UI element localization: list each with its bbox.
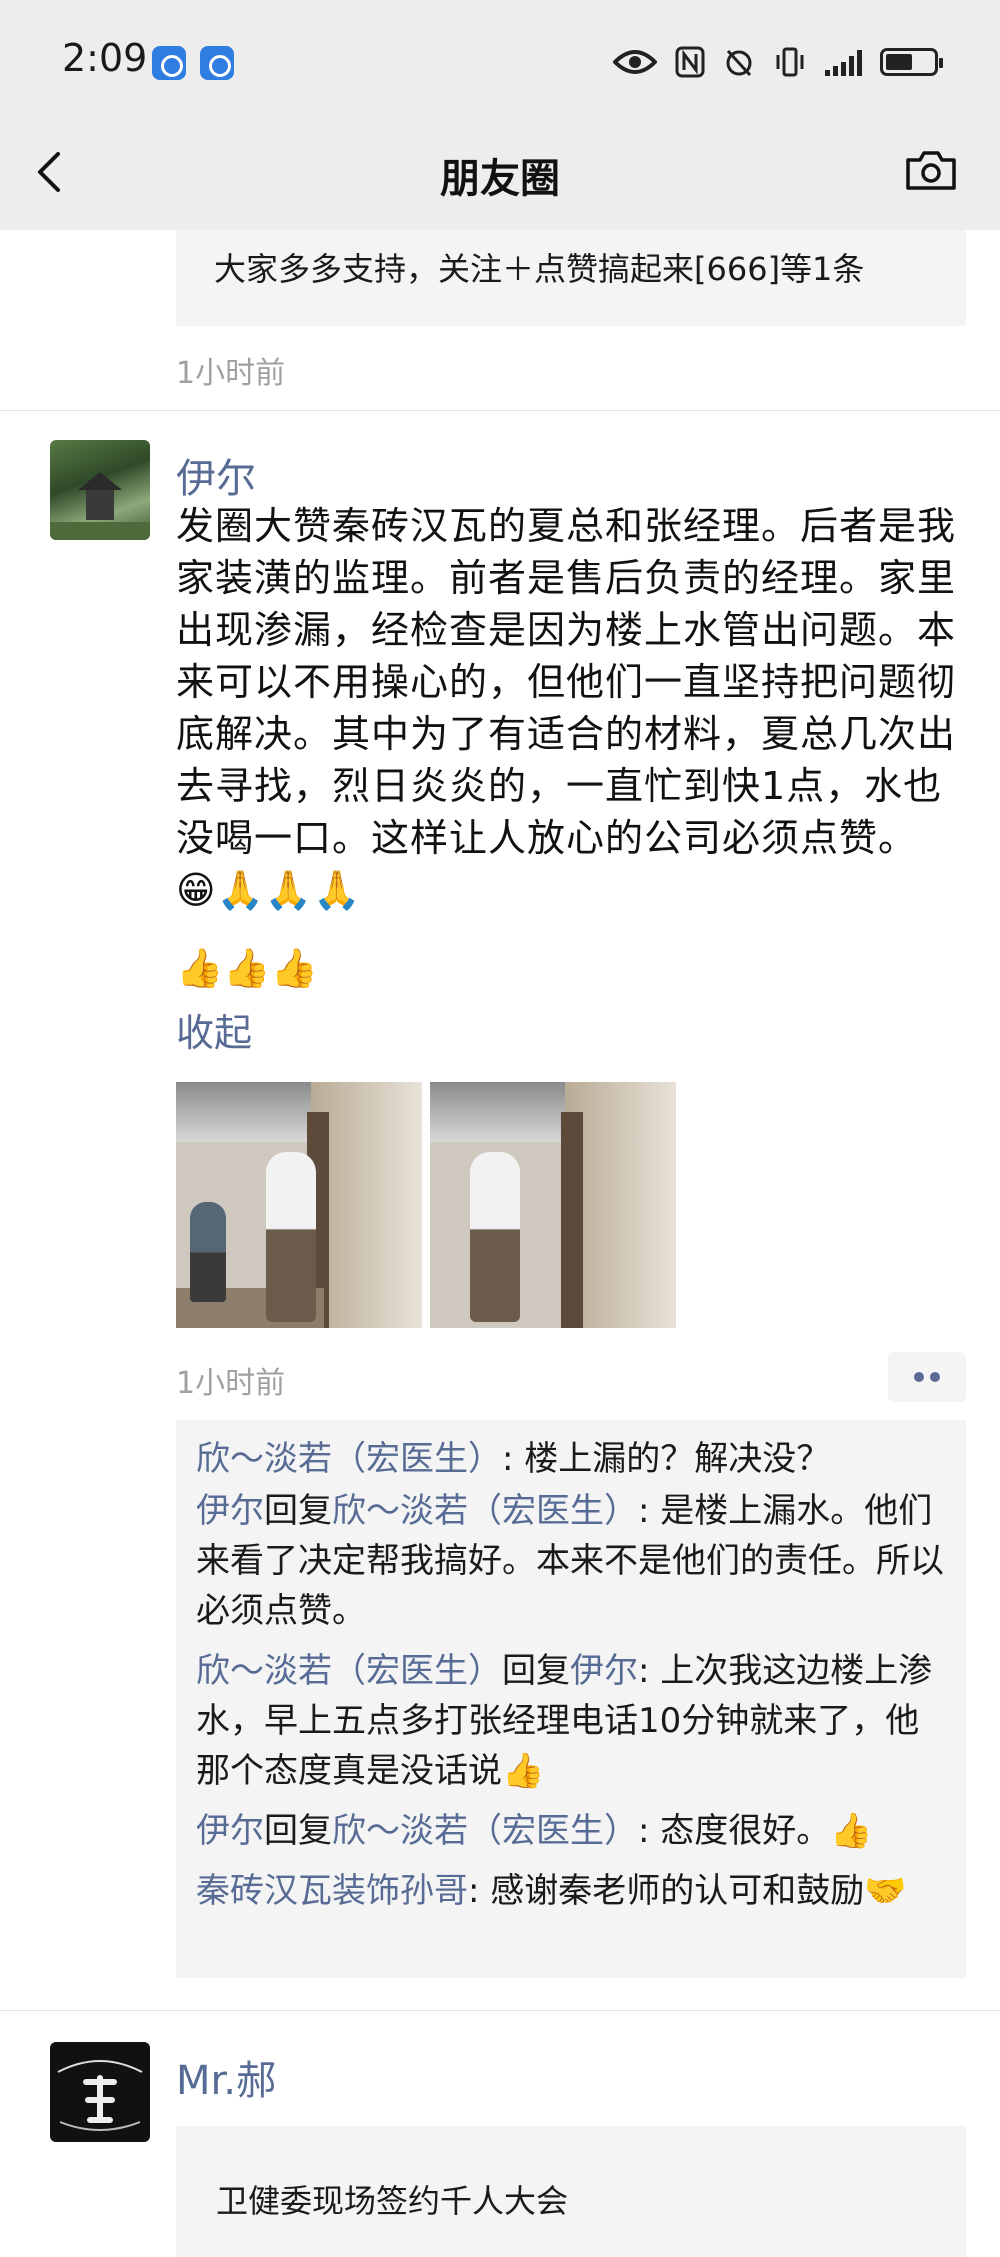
app-notification-icon (152, 46, 186, 80)
more-actions-button[interactable] (888, 1352, 966, 1402)
reply-target[interactable]: 欣～淡若（宏医生） (332, 1491, 638, 1531)
reply-word: 回复 (502, 1651, 570, 1691)
reply-target[interactable]: 伊尔 (570, 1651, 638, 1691)
post-time: 1小时前 (176, 1366, 286, 1401)
comment-author[interactable]: 欣～淡若（宏医生） (196, 1651, 502, 1691)
avatar[interactable] (50, 2042, 150, 2142)
shared-link-card[interactable]: 卫健委现场签约千人大会 (176, 2126, 966, 2257)
collapse-link[interactable]: 收起 (176, 1002, 252, 1057)
post-image[interactable] (176, 1082, 422, 1328)
comment[interactable]: 秦砖汉瓦装饰孙哥: 感谢秦老师的认可和鼓励🤝 (196, 1866, 951, 1916)
comment-author[interactable]: 欣～淡若（宏医生） (196, 1439, 502, 1479)
camera-icon[interactable] (904, 148, 958, 192)
top-bar: 2:09 朋友圈 (0, 0, 1000, 230)
battery-icon (880, 48, 943, 76)
vibrate-icon (776, 47, 804, 77)
signal-icon (825, 48, 862, 76)
status-time: 2:09 (62, 36, 148, 80)
post-author[interactable]: 伊尔 (176, 446, 256, 504)
comment[interactable]: 欣～淡若（宏医生）: 楼上漏的？解决没？ (196, 1434, 951, 1484)
like-summary: 大家多多支持，关注＋点赞搞起来[666]等1条 (214, 250, 865, 288)
post-emoji-line: 👍👍👍 (176, 946, 318, 990)
status-icons (613, 40, 943, 84)
browser-notification-icon (200, 46, 234, 80)
comment-author[interactable]: 伊尔 (196, 1491, 264, 1531)
comment-author[interactable]: 秦砖汉瓦装饰孙哥 (196, 1871, 468, 1911)
post-image[interactable] (430, 1082, 676, 1328)
shared-link-title: 卫健委现场签约千人大会 (216, 2182, 569, 2220)
comment[interactable]: 伊尔回复欣～淡若（宏医生）: 是楼上漏水。他们来看了决定帮我搞好。本来不是他们的… (196, 1486, 951, 1636)
reply-word: 回复 (264, 1491, 332, 1531)
pavilion-photo (50, 472, 150, 540)
post-divider (0, 2010, 1000, 2011)
comment-author[interactable]: 伊尔 (196, 1811, 264, 1851)
alarm-off-icon (726, 49, 752, 77)
post-text: 发圈大赞秦砖汉瓦的夏总和张经理。后者是我家装潢的监理。前者是售后负责的经理。家里… (176, 504, 957, 912)
calligraphy-logo (57, 2060, 143, 2131)
eye-icon (613, 50, 657, 74)
comment-text: : 态度很好。👍 (638, 1811, 873, 1851)
reply-word: 回复 (264, 1811, 332, 1851)
nfc-icon (675, 46, 705, 78)
like-box: 大家多多支持，关注＋点赞搞起来[666]等1条 (176, 230, 966, 326)
comment-section: 欣～淡若（宏医生）: 楼上漏的？解决没？ 伊尔回复欣～淡若（宏医生）: 是楼上漏… (176, 1420, 966, 1978)
page-title: 朋友圈 (440, 156, 560, 202)
comment-text: : 感谢秦老师的认可和鼓励🤝 (468, 1871, 907, 1911)
post-author[interactable]: Mr.郝 (176, 2048, 276, 2106)
comment-text: : 楼上漏的？解决没？ (502, 1439, 831, 1479)
post-divider (0, 410, 1000, 411)
avatar[interactable] (50, 440, 150, 540)
comment[interactable]: 伊尔回复欣～淡若（宏医生）: 态度很好。👍 (196, 1806, 951, 1856)
comment[interactable]: 欣～淡若（宏医生）回复伊尔: 上次我这边楼上渗水，早上五点多打张经理电话10分钟… (196, 1646, 951, 1796)
post-time: 1小时前 (176, 356, 286, 391)
reply-target[interactable]: 欣～淡若（宏医生） (332, 1811, 638, 1851)
